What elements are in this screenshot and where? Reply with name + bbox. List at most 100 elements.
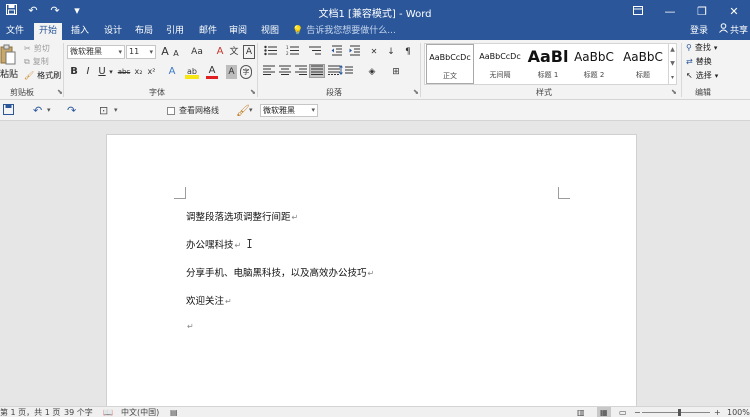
print-layout-icon[interactable]: ▦ [597,407,611,417]
character-border-button[interactable]: A [243,45,255,59]
text-effects-button[interactable]: A [166,65,178,79]
tab-insert[interactable]: 插入 [66,23,94,40]
numbering-icon[interactable]: 12 [284,45,302,59]
macro-record-icon[interactable]: ▤ [170,407,178,417]
web-layout-icon[interactable]: ▭ [619,407,627,417]
font-color-button[interactable]: A [206,65,218,79]
align-left-icon[interactable] [262,65,276,79]
page-count[interactable]: 第 1 页，共 1 页 [0,407,60,417]
style-title[interactable]: AaBbC 标题 [619,44,667,84]
chevron-down-icon[interactable]: ▾ [108,65,114,79]
font-name-select-secondary[interactable]: 微软雅黑 ▾ [260,104,318,117]
borders-icon[interactable]: ⊞ [386,65,406,79]
line-spacing-icon[interactable] [337,65,357,79]
paragraph[interactable]: 欢迎关注↵ [186,293,232,307]
decrease-indent-icon[interactable] [330,45,344,59]
minimize-button[interactable]: — [654,0,686,23]
chevron-down-icon[interactable]: ▾ [47,104,51,117]
bullets-icon[interactable] [262,45,280,59]
paste-icon[interactable] [0,44,16,68]
font-size-select[interactable]: 11 ▾ [126,45,156,59]
zoom-level[interactable]: 100% [727,407,750,417]
undo-icon[interactable]: ↶ [33,104,42,117]
italic-button[interactable]: I [83,65,93,79]
touch-mode-icon[interactable]: ⊡ [99,104,108,117]
styles-launcher-icon[interactable]: ⬊ [671,88,677,96]
increase-indent-icon[interactable] [348,45,362,59]
show-marks-icon[interactable]: ¶ [401,45,415,59]
save-icon[interactable] [3,104,14,117]
style-no-spacing[interactable]: AaBbCcDc 无间隔 [476,44,524,84]
tab-mailings[interactable]: 邮件 [194,23,222,40]
tab-view[interactable]: 视图 [256,23,284,40]
underline-button[interactable]: U [97,65,107,79]
clipboard-launcher-icon[interactable]: ⬊ [57,88,63,96]
strikethrough-button[interactable]: abc [117,65,131,79]
chevron-down-icon[interactable]: ▾ [249,104,253,117]
multilevel-list-icon[interactable] [306,45,324,59]
read-mode-icon[interactable]: ▥ [577,407,585,417]
replace-button[interactable]: ⇄ 替换 [686,56,712,67]
chevron-down-icon[interactable]: ▼ [669,57,676,71]
shrink-font-button[interactable]: A [171,47,181,61]
tell-me-box[interactable]: 💡 告诉我您想要做什么... [292,23,396,40]
cut-button[interactable]: ✂ 剪切 [24,43,50,54]
chevron-up-icon[interactable]: ▲ [669,43,676,57]
select-button[interactable]: ↖ 选择 ▾ [686,70,718,81]
zoom-out-button[interactable]: − [634,407,641,417]
copy-button[interactable]: ⧉ 复制 [24,56,49,67]
chinese-layout-icon[interactable]: ✕ [367,45,381,59]
enclose-characters-button[interactable]: 字 [240,65,252,79]
tab-layout[interactable]: 布局 [130,23,158,40]
word-count[interactable]: 39 个字 [64,407,93,417]
paste-button[interactable]: 粘贴 [0,67,18,80]
language-indicator[interactable]: 中文(中国) [121,407,159,417]
align-center-icon[interactable] [278,65,292,79]
style-normal[interactable]: AaBbCcDc 正文 [426,44,474,84]
subscript-button[interactable]: x₂ [133,65,144,79]
proofing-icon[interactable]: 📖 [103,407,113,417]
zoom-slider[interactable] [642,412,710,413]
tab-design[interactable]: 设计 [99,23,127,40]
gridlines-checkbox[interactable]: 查看网格线 [167,105,219,116]
superscript-button[interactable]: x² [146,65,157,79]
clear-formatting-button[interactable]: A [214,45,226,59]
chevron-down-icon[interactable]: ▾ [114,104,118,117]
character-shading-button[interactable]: A [226,65,237,79]
change-case-button[interactable]: Aa [188,45,206,59]
justify-icon[interactable] [309,64,325,78]
paragraph[interactable]: 调整段落选项调整行间距↵ [186,209,298,223]
paragraph-launcher-icon[interactable]: ⬊ [413,88,419,96]
tab-references[interactable]: 引用 [161,23,189,40]
tab-home[interactable]: 开始 [34,23,63,40]
zoom-slider-handle[interactable] [678,409,681,416]
redo-icon[interactable]: ↷ [67,104,76,117]
grow-font-button[interactable]: A [159,45,171,59]
sign-in-link[interactable]: 登录 [690,23,708,40]
close-button[interactable]: ✕ [718,0,750,23]
tab-file[interactable]: 文件 [1,23,29,40]
paragraph[interactable]: 办公嘿科技↵ [186,237,241,251]
format-painter-icon[interactable]: 🖌 [236,104,250,117]
paragraph[interactable]: 分享手机、电脑黑科技，以及高效办公技巧↵ [186,265,374,279]
bold-button[interactable]: B [69,65,79,79]
font-launcher-icon[interactable]: ⬊ [250,88,256,96]
ribbon-display-icon[interactable] [622,0,654,23]
tab-review[interactable]: 审阅 [224,23,252,40]
paragraph[interactable]: ↵ [186,321,194,332]
align-right-icon[interactable] [294,65,308,79]
font-name-select[interactable]: 微软雅黑 ▾ [67,45,125,59]
styles-scroll[interactable]: ▲ ▼ ▾ [668,43,676,85]
document-page[interactable]: 调整段落选项调整行间距↵ 办公嘿科技↵ 分享手机、电脑黑科技，以及高效办公技巧↵… [106,134,637,414]
restore-button[interactable]: ❐ [686,0,718,23]
sort-icon[interactable]: ↓ [384,45,398,59]
zoom-in-button[interactable]: + [714,407,721,417]
style-heading-2[interactable]: AaBbC 标题 2 [571,44,617,84]
format-painter-button[interactable]: 🖌 格式刷 [24,70,61,81]
find-button[interactable]: ⚲ 查找 ▾ [686,42,717,53]
more-styles-icon[interactable]: ▾ [669,71,676,85]
phonetic-guide-button[interactable]: 文 [228,45,240,59]
share-button[interactable]: 共享 [719,23,748,40]
highlight-button[interactable]: ab [185,65,199,79]
style-heading-1[interactable]: AaBl 标题 1 [525,44,571,84]
